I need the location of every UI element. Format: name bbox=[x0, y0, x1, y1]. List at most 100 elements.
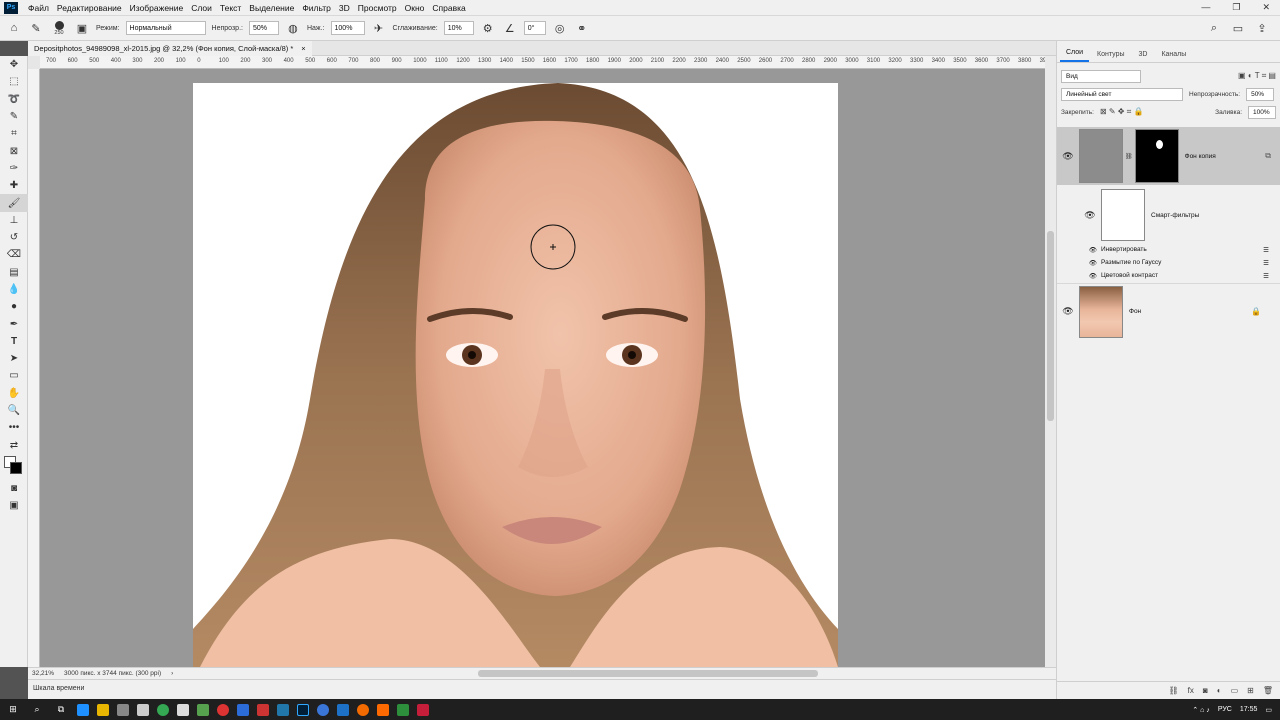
app-icon[interactable] bbox=[197, 703, 209, 716]
adjustment-layer-icon[interactable]: ◐ bbox=[1217, 686, 1222, 695]
tab-paths[interactable]: Контуры bbox=[1091, 47, 1130, 62]
filter-row-gaussian[interactable]: 👁 Размытие по Гауссу ☰ bbox=[1057, 256, 1280, 269]
document-tab[interactable]: Depositphotos_94989098_xl-2015.jpg @ 32,… bbox=[28, 41, 312, 56]
opera-icon[interactable] bbox=[217, 703, 229, 716]
menu-select[interactable]: Выделение bbox=[245, 3, 298, 13]
canvas-area[interactable] bbox=[40, 69, 1045, 667]
menu-view[interactable]: Просмотр bbox=[354, 3, 401, 13]
history-brush-tool-icon[interactable]: ↺ bbox=[0, 229, 28, 246]
tab-layers[interactable]: Слои bbox=[1060, 45, 1090, 62]
acrobat-icon[interactable] bbox=[257, 703, 269, 716]
smart-filters-row[interactable]: 👁 Смарт-фильтры bbox=[1057, 187, 1280, 243]
fx-icon[interactable]: fx bbox=[1188, 686, 1194, 695]
mode-select[interactable]: Нормальный bbox=[125, 21, 206, 35]
tray-icons[interactable]: ⌃ ⌂ ♪ bbox=[1192, 706, 1209, 714]
link-chain-icon[interactable]: ⛓ bbox=[1125, 153, 1133, 160]
menu-edit[interactable]: Редактирование bbox=[53, 3, 126, 13]
windows-start-icon[interactable]: ⊞ bbox=[5, 702, 21, 718]
search-icon[interactable]: ⌕ bbox=[29, 702, 45, 718]
tab-channels[interactable]: Каналы bbox=[1155, 47, 1192, 62]
link-layers-icon[interactable]: ⛓ bbox=[1169, 686, 1179, 695]
horizontal-scroll-thumb[interactable] bbox=[478, 670, 818, 677]
photoshop-taskbar-icon[interactable] bbox=[297, 703, 309, 716]
zoom-level[interactable]: 32,21% bbox=[32, 670, 54, 677]
smoothing-field[interactable]: 10% bbox=[443, 21, 474, 35]
clock[interactable]: 17:55 bbox=[1240, 706, 1258, 713]
smart-filters-eye-icon[interactable]: 👁 bbox=[1079, 210, 1101, 221]
pressure-opacity-icon[interactable]: ◍ bbox=[285, 20, 301, 36]
symmetry-icon[interactable]: ⚭ bbox=[574, 20, 590, 36]
layer-opacity-field[interactable]: 50% bbox=[1246, 87, 1275, 101]
menu-type[interactable]: Текст bbox=[216, 3, 245, 13]
vertical-scrollbar[interactable] bbox=[1045, 56, 1056, 667]
filter-eye-icon[interactable]: 👁 bbox=[1057, 246, 1101, 254]
lock-icons[interactable]: ⊠ ✎ ✥ ⌗ 🔒 bbox=[1100, 107, 1143, 117]
store-icon[interactable] bbox=[117, 703, 129, 716]
filter-row-invert[interactable]: 👁 Инвертировать ☰ bbox=[1057, 243, 1280, 256]
document-canvas[interactable] bbox=[40, 69, 1045, 667]
new-layer-icon[interactable]: ⊞ bbox=[1247, 686, 1254, 695]
status-arrow-icon[interactable]: › bbox=[171, 670, 173, 677]
visibility-eye-icon[interactable]: 👁 bbox=[1057, 306, 1079, 317]
eyedropper-tool-icon[interactable]: ✑ bbox=[0, 160, 28, 177]
brush-settings-icon[interactable]: ▣ bbox=[74, 20, 90, 36]
quick-selection-tool-icon[interactable]: ✎ bbox=[0, 108, 28, 125]
gradient-tool-icon[interactable]: ▤ bbox=[0, 264, 28, 281]
app-icon[interactable] bbox=[417, 703, 429, 716]
chrome-icon[interactable] bbox=[157, 703, 169, 716]
flow-field[interactable]: 100% bbox=[330, 21, 365, 35]
type-tool-icon[interactable]: T bbox=[0, 333, 28, 350]
background-color-swatch[interactable] bbox=[10, 461, 22, 474]
explorer-icon[interactable] bbox=[97, 703, 109, 716]
layer-row-fon[interactable]: 👁 Фон 🔒 bbox=[1057, 283, 1280, 339]
filter-options-icon[interactable]: ☰ bbox=[1263, 259, 1269, 267]
app-icon[interactable] bbox=[277, 703, 289, 716]
eraser-tool-icon[interactable]: ⌫ bbox=[0, 246, 28, 263]
swap-colors-icon[interactable]: ⇄ bbox=[0, 437, 28, 454]
blur-tool-icon[interactable]: 💧 bbox=[0, 281, 28, 298]
filter-eye-icon[interactable]: 👁 bbox=[1057, 259, 1101, 267]
layer-row-fon-kopiya[interactable]: 👁 ⛓ Фон копия ⧉ bbox=[1057, 127, 1280, 185]
hand-tool-icon[interactable]: ✋ bbox=[0, 385, 28, 402]
tab-3d[interactable]: 3D bbox=[1133, 47, 1154, 62]
close-button[interactable]: ✕ bbox=[1262, 2, 1270, 13]
menu-3d[interactable]: 3D bbox=[335, 3, 354, 13]
vertical-ruler[interactable] bbox=[28, 69, 40, 667]
word-icon[interactable] bbox=[237, 703, 249, 716]
app-icon[interactable] bbox=[397, 703, 409, 716]
brush-tool-icon[interactable]: 🖌 bbox=[0, 194, 28, 212]
gear-icon[interactable]: ⚙ bbox=[480, 20, 496, 36]
lasso-tool-icon[interactable]: ➰ bbox=[0, 91, 28, 108]
healing-brush-tool-icon[interactable]: ✚ bbox=[0, 177, 28, 194]
firefox-icon[interactable] bbox=[357, 703, 369, 716]
crop-tool-icon[interactable]: ⌗ bbox=[0, 125, 28, 142]
menu-file[interactable]: Файл bbox=[24, 3, 53, 13]
yandex-icon[interactable] bbox=[177, 703, 189, 716]
task-view-icon[interactable]: ⧉ bbox=[53, 702, 69, 718]
color-swatches[interactable] bbox=[0, 454, 28, 480]
airbrush-icon[interactable]: ✈ bbox=[371, 20, 387, 36]
menu-help[interactable]: Справка bbox=[428, 3, 469, 13]
new-group-icon[interactable]: ▭ bbox=[1231, 686, 1239, 695]
frame-tool-icon[interactable]: ⊠ bbox=[0, 142, 28, 159]
language-indicator[interactable]: РУС bbox=[1218, 706, 1232, 713]
layer-mask-thumbnail[interactable] bbox=[1134, 129, 1179, 183]
menu-filter[interactable]: Фильтр bbox=[298, 3, 335, 13]
menu-image[interactable]: Изображение bbox=[126, 3, 188, 13]
quick-mask-icon[interactable]: ◙ bbox=[0, 480, 28, 497]
marquee-tool-icon[interactable]: ⬚ bbox=[0, 73, 28, 90]
close-tab-icon[interactable]: × bbox=[301, 44, 305, 53]
angle-field[interactable]: 0° bbox=[523, 21, 546, 35]
layer-name[interactable]: Фон bbox=[1129, 308, 1141, 315]
filter-eye-icon[interactable]: 👁 bbox=[1057, 272, 1101, 280]
menu-window[interactable]: Окно bbox=[401, 3, 429, 13]
edge-icon[interactable] bbox=[77, 703, 89, 716]
home-icon[interactable]: ⌂ bbox=[6, 20, 22, 36]
blend-mode-select[interactable]: Линейный свет bbox=[1061, 87, 1183, 101]
filter-type-icons[interactable]: ▣ ◐ T ⌗ ▤ bbox=[1238, 71, 1276, 81]
visibility-eye-icon[interactable]: 👁 bbox=[1057, 151, 1079, 162]
brush-size-picker[interactable]: 250 bbox=[50, 20, 68, 36]
delete-layer-icon[interactable]: 🗑 bbox=[1263, 686, 1273, 695]
horizontal-ruler[interactable]: 700 600 500 400 300 200 100 0 100 200 300 400 500 600… bbox=[40, 56, 1045, 69]
search-icon[interactable]: ⌕ bbox=[1206, 20, 1222, 36]
